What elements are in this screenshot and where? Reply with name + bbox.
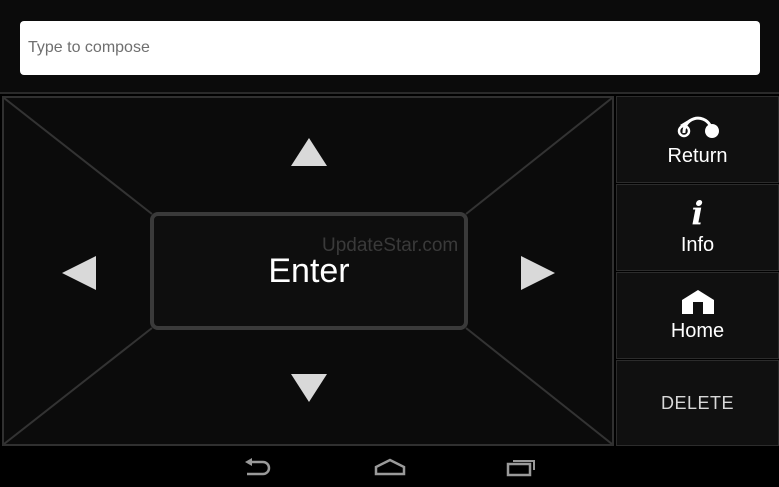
dpad-left-button[interactable] [62,256,96,290]
dpad-panel: Enter UpdateStar.com [2,96,614,446]
info-button[interactable]: i Info [616,184,779,271]
return-icon [677,116,719,138]
triangle-left-icon [62,256,96,290]
back-icon [245,458,271,476]
info-label: Info [680,234,715,256]
recent-apps-icon [506,460,535,477]
return-label: Return [667,145,728,167]
side-button-panel: Return i Info Home DELETE [616,96,779,446]
return-button[interactable]: Return [616,96,779,183]
dpad-down-button[interactable] [291,374,327,402]
delete-button[interactable]: DELETE [616,360,779,446]
home-button[interactable]: Home [616,272,779,359]
enter-label: Enter [268,251,350,290]
system-nav-bar [0,447,779,487]
home-label: Home [670,320,725,342]
nav-home-button[interactable] [373,457,407,482]
info-icon: i [691,194,704,232]
compose-bar [0,0,779,94]
triangle-down-icon [291,374,327,402]
nav-back-button[interactable] [243,457,273,482]
compose-input[interactable] [20,21,760,75]
nav-recent-apps-button[interactable] [506,457,538,482]
watermark-text: UpdateStar.com [322,235,459,256]
home-icon [681,290,714,314]
triangle-up-icon [291,138,327,166]
home-icon [374,458,406,476]
enter-button[interactable]: Enter [150,212,468,330]
delete-label: DELETE [660,392,735,413]
dpad-up-button[interactable] [291,138,327,166]
dpad-right-button[interactable] [521,256,555,290]
triangle-right-icon [521,256,555,290]
